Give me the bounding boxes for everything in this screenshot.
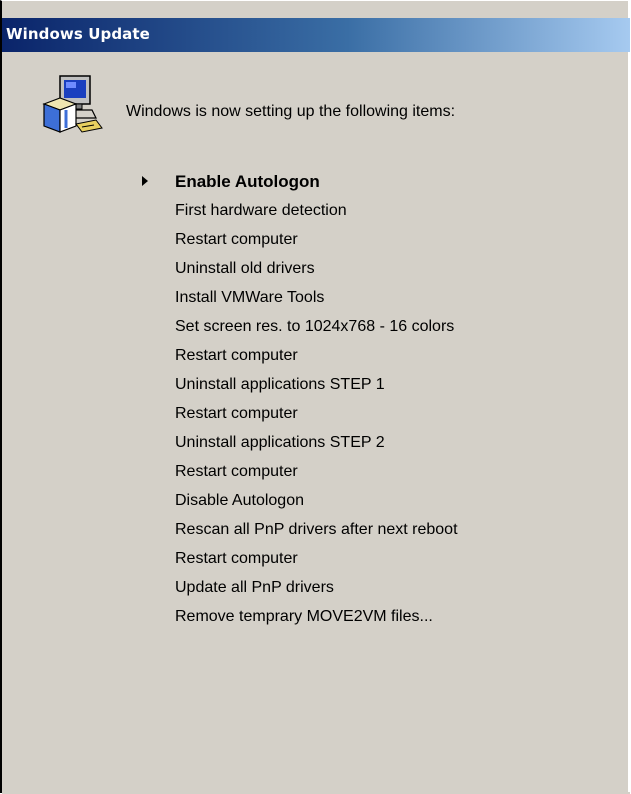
task-item: Restart computer (2, 457, 622, 486)
task-label: First hardware detection (175, 202, 347, 219)
task-item: Install VMWare Tools (2, 283, 622, 312)
task-item: Uninstall old drivers (2, 254, 622, 283)
task-label: Disable Autologon (175, 492, 304, 509)
task-label: Set screen res. to 1024x768 - 16 colors (175, 318, 455, 335)
play-arrow-icon (142, 176, 148, 186)
task-item: First hardware detection (2, 196, 622, 225)
computer-setup-icon (42, 75, 103, 133)
task-item: Restart computer (2, 544, 622, 573)
task-item: Uninstall applications STEP 1 (2, 370, 622, 399)
task-label: Uninstall applications STEP 1 (175, 376, 385, 393)
task-item: Disable Autologon (2, 486, 622, 515)
window-title: Windows Update (6, 25, 150, 43)
task-item: Update all PnP drivers (2, 573, 622, 602)
task-label: Restart computer (175, 347, 298, 364)
task-label: Uninstall applications STEP 2 (175, 434, 385, 451)
task-label: Remove temprary MOVE2VM files... (175, 608, 433, 625)
task-label: Restart computer (175, 405, 298, 422)
task-label: Restart computer (175, 550, 298, 567)
task-item: Rescan all PnP drivers after next reboot (2, 515, 622, 544)
task-item: Restart computer (2, 399, 622, 428)
task-label: Rescan all PnP drivers after next reboot (175, 521, 458, 538)
task-label: Install VMWare Tools (175, 289, 325, 306)
task-label: Enable Autologon (175, 172, 320, 191)
task-item: Restart computer (2, 341, 622, 370)
task-item: Set screen res. to 1024x768 - 16 colors (2, 312, 622, 341)
windows-update-window: Windows Update Windows is now setting up… (0, 0, 630, 794)
intro-text: Windows is now setting up the following … (126, 103, 456, 120)
task-item: Remove temprary MOVE2VM files... (2, 602, 622, 631)
task-item: Restart computer (2, 225, 622, 254)
current-task-item: Enable Autologon (2, 167, 622, 196)
task-label: Restart computer (175, 463, 298, 480)
task-item: Uninstall applications STEP 2 (2, 428, 622, 457)
task-label: Update all PnP drivers (175, 579, 334, 596)
setup-task-list: Enable Autologon First hardware detection… (2, 167, 622, 631)
task-label: Uninstall old drivers (175, 260, 315, 277)
task-label: Restart computer (175, 231, 298, 248)
title-bar[interactable]: Windows Update (2, 18, 630, 52)
